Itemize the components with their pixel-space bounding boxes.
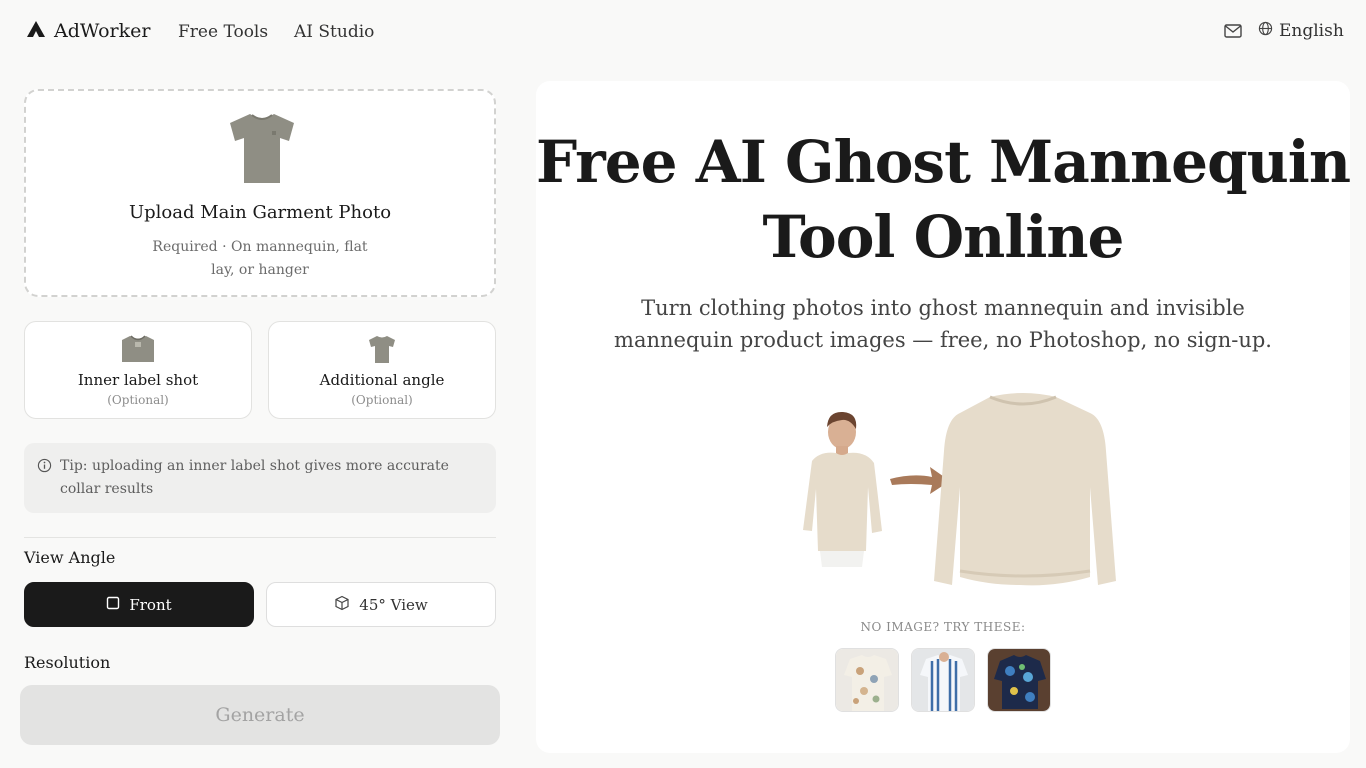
hero-subtitle: Turn clothing photos into ghost mannequi…	[614, 296, 1272, 352]
sample-image-tropical-shirt[interactable]	[987, 648, 1051, 712]
brand-logo-link[interactable]: AdWorker	[26, 20, 150, 42]
globe-icon	[1258, 21, 1273, 41]
inner-label-optional: (Optional)	[107, 393, 169, 407]
upload-inner-label-card[interactable]: Inner label shot (Optional)	[24, 321, 252, 419]
sample-image-striped-shirt[interactable]	[911, 648, 975, 712]
inner-label-title: Inner label shot	[77, 371, 199, 389]
view-front-label: Front	[129, 595, 172, 614]
additional-angle-title: Additional angle	[319, 371, 445, 389]
tshirt-icon	[226, 111, 298, 189]
view-45-button[interactable]: 45° View	[266, 582, 496, 627]
generate-button[interactable]: Generate	[20, 685, 500, 745]
resolution-label: Resolution	[24, 653, 111, 672]
arrow-icon	[890, 467, 950, 494]
ghost-mannequin-sweater	[934, 393, 1116, 586]
brand-name: AdWorker	[54, 20, 151, 42]
hero-panel: Free AI Ghost Mannequin Tool Online Turn…	[536, 81, 1351, 753]
upload-additional-angle-card[interactable]: Additional angle (Optional)	[268, 321, 496, 419]
model-photo	[803, 411, 882, 567]
language-selector[interactable]: English	[1258, 21, 1344, 41]
view-45-label: 45° View	[359, 595, 428, 614]
sample-image-floral-shirt[interactable]	[835, 648, 899, 712]
nav-ai-studio[interactable]: AI Studio	[294, 22, 374, 42]
top-navigation: AdWorker Free Tools AI Studio English	[0, 0, 1366, 64]
upload-main-subtitle: Required · On mannequin, flat lay, or ha…	[152, 239, 368, 278]
upload-main-title: Upload Main Garment Photo	[128, 202, 392, 223]
tip-text: Tip: uploading an inner label shot gives…	[60, 458, 449, 497]
view-front-button[interactable]: Front	[24, 582, 254, 627]
square-icon	[106, 596, 120, 614]
mail-icon[interactable]	[1224, 23, 1242, 43]
additional-angle-optional: (Optional)	[351, 393, 413, 407]
tshirt-icon	[368, 334, 396, 368]
hero-title: Free AI Ghost Mannequin Tool Online	[536, 128, 1351, 271]
divider	[24, 537, 496, 538]
triangle-logo-icon	[26, 20, 46, 42]
upload-main-garment-dropzone[interactable]: Upload Main Garment Photo Required · On …	[24, 89, 496, 297]
garment-label-icon	[120, 334, 156, 368]
view-angle-label: View Angle	[24, 548, 116, 567]
language-label: English	[1279, 21, 1344, 41]
tip-box: Tip: uploading an inner label shot gives…	[24, 443, 496, 513]
info-icon	[37, 458, 52, 477]
try-samples-label: NO IMAGE? TRY THESE:	[860, 620, 1026, 634]
cube-icon	[334, 595, 350, 615]
nav-free-tools[interactable]: Free Tools	[178, 22, 268, 42]
before-after-illustration	[798, 391, 1128, 595]
